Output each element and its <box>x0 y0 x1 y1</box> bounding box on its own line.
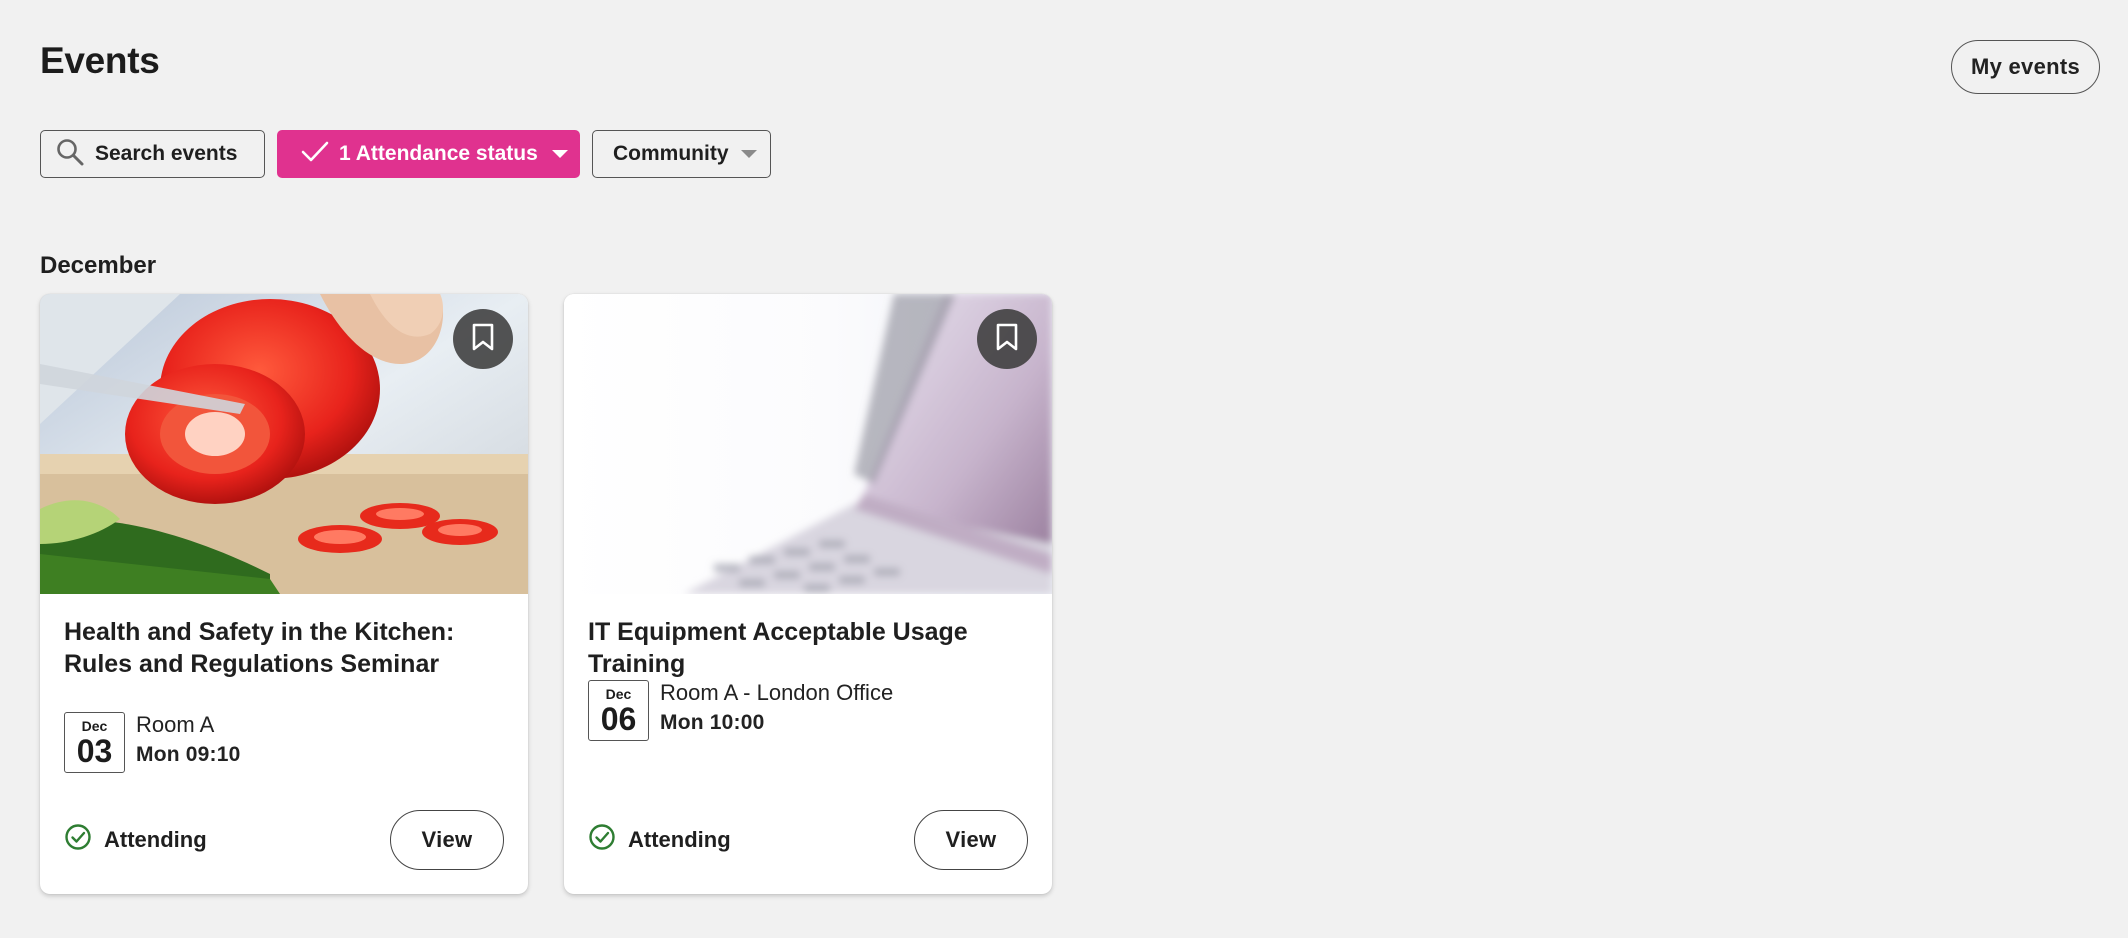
event-title[interactable]: Health and Safety in the Kitchen: Rules … <box>64 616 504 680</box>
event-time: Mon 10:00 <box>660 711 765 734</box>
community-label: Community <box>613 142 729 165</box>
bookmark-button[interactable] <box>453 309 513 369</box>
event-card: Health and Safety in the Kitchen: Rules … <box>40 294 528 894</box>
bookmark-icon <box>470 322 496 357</box>
bookmark-icon <box>994 322 1020 357</box>
filter-bar: Search events 1 Attendance status Commun… <box>40 130 771 178</box>
my-events-button[interactable]: My events <box>1951 40 2100 94</box>
attending-status: Attending <box>588 823 731 856</box>
kitchen-pepper-image <box>40 294 528 594</box>
search-icon <box>55 137 85 172</box>
chevron-down-icon <box>551 150 568 158</box>
event-location: Room A - London Office <box>660 680 894 705</box>
date-badge: Dec 03 <box>64 712 125 773</box>
laptop-keyboard-image <box>564 294 1052 594</box>
search-events-button[interactable]: Search events <box>40 130 265 178</box>
attendance-status-label: 1 Attendance status <box>339 142 538 165</box>
checkmark-icon <box>301 140 329 169</box>
event-title[interactable]: IT Equipment Acceptable Usage Training <box>588 616 1028 680</box>
attending-status: Attending <box>64 823 207 856</box>
date-day: 06 <box>600 701 637 737</box>
date-day: 03 <box>76 733 113 769</box>
date-month: Dec <box>605 686 632 702</box>
community-filter[interactable]: Community <box>592 130 771 178</box>
chevron-down-icon <box>740 150 757 158</box>
event-card: IT Equipment Acceptable Usage Training D… <box>564 294 1052 894</box>
check-circle-icon <box>64 823 92 856</box>
view-button[interactable]: View <box>390 810 504 870</box>
status-label: Attending <box>628 826 731 852</box>
check-circle-icon <box>588 823 616 856</box>
event-time: Mon 09:10 <box>136 743 241 766</box>
search-events-label: Search events <box>95 142 238 165</box>
status-label: Attending <box>104 826 207 852</box>
event-location: Room A <box>136 712 215 737</box>
month-heading: December <box>40 252 157 279</box>
date-badge: Dec 06 <box>588 680 649 741</box>
attendance-status-filter[interactable]: 1 Attendance status <box>277 130 580 178</box>
page-title: Events <box>40 40 160 81</box>
date-month: Dec <box>81 718 108 734</box>
view-button[interactable]: View <box>914 810 1028 870</box>
events-page: Events My events Search events 1 Attenda… <box>0 0 2128 938</box>
bookmark-button[interactable] <box>977 309 1037 369</box>
